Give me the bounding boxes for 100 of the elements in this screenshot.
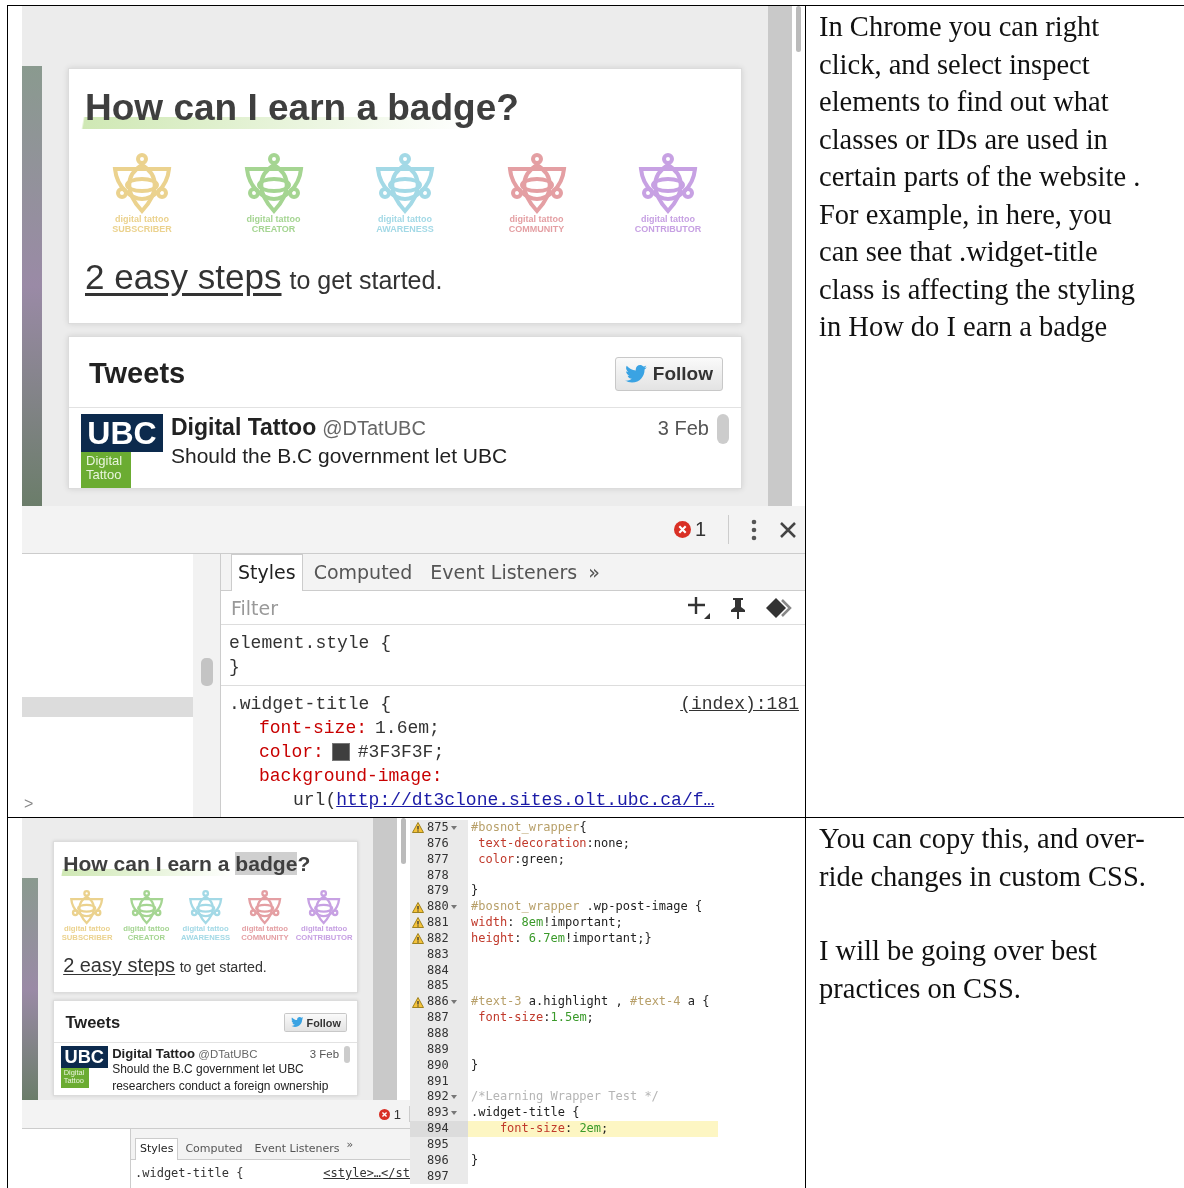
knot-emblem-icon	[306, 889, 342, 926]
badge-label: digital tattoo AWARENESS	[376, 215, 434, 235]
panel-tab[interactable]: Computed	[306, 554, 420, 591]
element-state-icon[interactable]	[765, 596, 793, 619]
css-selector: .widget-title {	[229, 693, 392, 716]
panel-tab[interactable]: Styles	[231, 554, 303, 591]
plus-icon[interactable]	[687, 595, 711, 620]
line-number: 882	[427, 930, 449, 947]
code-line: .widget-title {	[470, 1105, 581, 1122]
css-selector: .widget-title {	[135, 1166, 244, 1180]
code-line: text-decoration:none;	[477, 835, 631, 852]
warning-icon	[412, 917, 424, 929]
tweet-date: 3 Feb	[309, 1048, 339, 1061]
knot-emblem-icon	[187, 889, 224, 926]
code-line: }	[470, 1057, 480, 1074]
error-icon	[378, 1108, 390, 1120]
note-paragraph: I will be going over best practices on CSS.	[819, 934, 1098, 1006]
css-selector: element.style {	[229, 632, 392, 655]
scrollbar-track[interactable]	[768, 6, 792, 506]
panel-tab[interactable]: Styles	[135, 1138, 179, 1160]
tweet-author: Digital Tattoo	[112, 1046, 195, 1062]
fold-caret-icon[interactable]	[450, 825, 457, 830]
line-number: 895	[427, 1136, 449, 1153]
follow-button[interactable]: Follow	[284, 1012, 347, 1033]
code-line: color:green;	[477, 851, 566, 868]
panel-tab[interactable]: Event Listeners	[249, 1138, 345, 1160]
tweet-handle: @DTatUBC	[322, 416, 426, 440]
menu-icon[interactable]	[751, 518, 757, 541]
code-line: }	[470, 883, 480, 900]
scrollbar-thumb[interactable]	[200, 658, 213, 686]
pin-icon[interactable]	[729, 596, 747, 619]
line-number: 896	[427, 1152, 449, 1169]
code-line: /*Learning Wrapper Test */	[470, 1089, 660, 1106]
close-icon[interactable]	[779, 520, 797, 539]
fold-caret-icon[interactable]	[450, 1095, 457, 1100]
follow-button[interactable]: Follow	[614, 356, 723, 391]
line-number: 879	[427, 883, 449, 900]
tweet-text: researchers conduct a foreign ownership	[112, 1078, 330, 1096]
source-link[interactable]: (index):181	[680, 692, 799, 716]
badge-label: digital tattoo AWARENESS	[181, 925, 231, 942]
line-number: 897	[427, 1168, 449, 1185]
css-url-prefix: url(	[293, 789, 337, 812]
warning-icon	[412, 996, 424, 1008]
knot-emblem-icon	[128, 889, 164, 926]
line-number: 890	[427, 1057, 449, 1074]
warning-icon	[412, 901, 424, 913]
source-link[interactable]: <style>…</st	[323, 1166, 410, 1180]
code-line: #bosnot_wrapper{	[470, 820, 588, 836]
line-number: 888	[427, 1025, 449, 1042]
line-number: 889	[427, 1041, 449, 1058]
tweet-handle: @DTatUBC	[198, 1048, 258, 1061]
scrollbar-thumb[interactable]	[796, 6, 801, 52]
steps-link[interactable]: 2 easy steps	[85, 256, 282, 297]
color-swatch[interactable]	[331, 743, 350, 761]
steps-link[interactable]: 2 easy steps	[63, 954, 176, 978]
badge-label: digital tattoo CREATOR	[246, 215, 301, 235]
bird-icon	[290, 1017, 304, 1028]
line-number: 884	[427, 962, 449, 979]
scrollbar-track[interactable]	[373, 818, 397, 1100]
error-icon	[673, 521, 691, 538]
knot-emblem-icon	[247, 889, 283, 926]
line-number: 893	[427, 1105, 449, 1122]
fold-caret-icon[interactable]	[450, 1111, 457, 1116]
badge-label: digital tattoo CREATOR	[123, 925, 170, 942]
line-number: 877	[427, 851, 449, 868]
error-count: 1	[694, 518, 706, 541]
badge-label: digital tattoo CONTRIBUTOR	[295, 925, 353, 942]
knot-emblem-icon	[242, 153, 305, 215]
panel-tab[interactable]: Event Listeners	[423, 554, 585, 591]
line-number: 878	[427, 867, 449, 884]
more-tabs-button[interactable]: »	[346, 1137, 354, 1151]
warning-icon	[412, 933, 424, 945]
more-tabs-button[interactable]: »	[588, 561, 600, 583]
fold-caret-icon[interactable]	[450, 1000, 457, 1005]
badge-label: digital tattoo CONTRIBUTOR	[634, 215, 702, 235]
closing-brace: }	[229, 656, 241, 679]
code-line: #bosnot_wrapper .wp-post-image {	[470, 899, 704, 916]
badge-label: digital tattoo COMMUNITY	[508, 215, 565, 235]
console-prompt: >	[23, 795, 34, 813]
url-link[interactable]: http://dt3clone.sites.olt.ubc.ca/f…	[336, 788, 715, 812]
filter-field[interactable]: Filter	[229, 595, 669, 620]
fold-caret-icon[interactable]	[450, 905, 457, 910]
tweet-text: Should the B.C government let UBC	[112, 1061, 305, 1079]
code-line: #text-3 a.highlight , #text-4 a {	[470, 994, 711, 1011]
line-number: 875	[427, 820, 449, 836]
scrollbar-thumb[interactable]	[401, 818, 406, 864]
scrollbar-thumb[interactable]	[717, 413, 729, 444]
badge-label: digital tattoo SUBSCRIBER	[61, 925, 113, 942]
badge-label: digital tattoo COMMUNITY	[241, 925, 289, 942]
line-number: 880	[427, 899, 449, 916]
tweet-text: Should the B.C government let UBC	[171, 442, 509, 469]
knot-emblem-icon	[505, 153, 568, 215]
scrollbar-thumb[interactable]	[343, 1046, 351, 1064]
css-declaration: color: #3F3F3F;	[258, 741, 446, 764]
line-number: 891	[427, 1073, 449, 1090]
tweets-title: Tweets	[65, 1012, 121, 1033]
line-number: 881	[427, 915, 449, 931]
error-count: 1	[393, 1106, 401, 1122]
panel-tab[interactable]: Computed	[180, 1138, 248, 1160]
knot-emblem-icon	[69, 889, 105, 926]
